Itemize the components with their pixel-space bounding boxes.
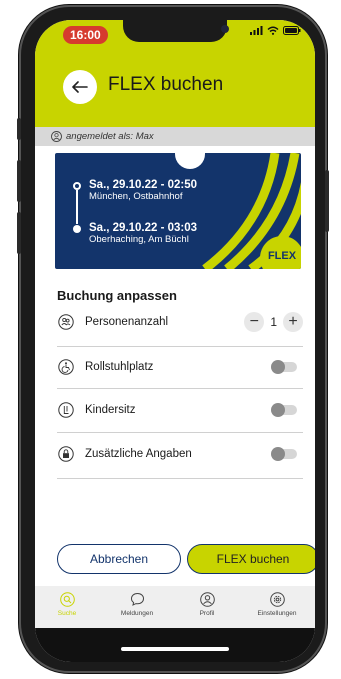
- tab-label: Einstellungen: [257, 610, 297, 617]
- app-header: FLEX buchen: [35, 54, 315, 127]
- child-seat-icon: [57, 401, 75, 419]
- decrement-button[interactable]: −: [244, 312, 265, 332]
- battery-icon: [283, 26, 301, 35]
- status-bar: 16:00: [35, 20, 315, 54]
- cancel-button[interactable]: Abbrechen: [57, 544, 181, 574]
- signal-icon: [250, 26, 263, 35]
- search-icon: [59, 592, 75, 607]
- arrival-stop: Sa., 29.10.22 - 03:03 Oberhaching, Am Bü…: [89, 222, 197, 245]
- divider: [57, 432, 303, 433]
- wheelchair-toggle[interactable]: [271, 360, 297, 374]
- tab-bar: Suche Meldungen Profil Einstellungen: [35, 586, 315, 628]
- camera-icon: [221, 25, 229, 33]
- divider: [57, 478, 303, 479]
- volume-down-button: [17, 212, 21, 254]
- tab-label: Profil: [199, 610, 215, 617]
- book-flex-button[interactable]: FLEX buchen: [187, 544, 315, 574]
- child-seat-label: Kindersitz: [85, 404, 136, 416]
- wifi-icon: [267, 26, 279, 35]
- trip-card: Sa., 29.10.22 - 02:50 München, Ostbahnho…: [55, 153, 301, 269]
- page-title: FLEX buchen: [108, 74, 224, 95]
- home-bar-area: [35, 628, 315, 662]
- child-seat-row: Kindersitz: [57, 390, 303, 430]
- persons-label: Personenanzahl: [85, 316, 169, 328]
- departure-dot: [73, 182, 81, 190]
- tab-search[interactable]: Suche: [37, 592, 97, 617]
- lock-icon: [57, 445, 75, 463]
- arrow-left-icon: [72, 81, 88, 93]
- status-icons: [250, 26, 301, 35]
- persons-stepper: − 1 +: [244, 312, 303, 332]
- arrival-time: Sa., 29.10.22 - 03:03: [89, 222, 198, 234]
- extra-info-row: Zusätzliche Angaben: [57, 434, 303, 474]
- profile-icon: [199, 592, 215, 607]
- logged-in-bar: angemeldet als: Max: [35, 127, 315, 146]
- tab-profile[interactable]: Profil: [177, 592, 237, 617]
- tab-label: Meldungen: [120, 610, 154, 617]
- increment-button[interactable]: +: [283, 312, 303, 332]
- persons-row: Personenanzahl − 1 +: [57, 302, 303, 342]
- extra-info-label: Zusätzliche Angaben: [85, 448, 192, 460]
- departure-place: München, Ostbahnhof: [89, 191, 183, 202]
- arrival-place: Oberhaching, Am Büchl: [89, 234, 189, 245]
- arrival-dot: [73, 225, 81, 233]
- wheelchair-label: Rollstuhlplatz: [85, 361, 154, 373]
- child-seat-toggle[interactable]: [271, 403, 297, 417]
- wheelchair-row: Rollstuhlplatz: [57, 347, 303, 387]
- section-title: Buchung anpassen: [57, 288, 177, 303]
- back-button[interactable]: [63, 70, 97, 104]
- route-line: [76, 190, 78, 224]
- gear-icon: [269, 592, 285, 607]
- persons-icon: [57, 313, 75, 331]
- divider: [57, 388, 303, 389]
- power-button: [325, 170, 329, 232]
- user-icon: [51, 131, 62, 142]
- status-time: 16:00: [63, 26, 108, 44]
- wheelchair-icon: [57, 358, 75, 376]
- volume-up-button: [17, 160, 21, 202]
- tab-settings[interactable]: Einstellungen: [247, 592, 307, 617]
- flex-badge: FLEX: [260, 236, 301, 269]
- home-indicator[interactable]: [121, 647, 229, 651]
- persons-value: 1: [270, 315, 277, 329]
- logged-in-text: angemeldet als: Max: [66, 131, 154, 142]
- tab-label: Suche: [57, 610, 77, 617]
- departure-time: Sa., 29.10.22 - 02:50: [89, 179, 198, 191]
- app-screen: 16:00 FLEX buchen angemeldet als: Max Sa…: [35, 20, 315, 662]
- extra-info-toggle[interactable]: [271, 447, 297, 461]
- flex-badge-label: FLEX: [268, 250, 297, 262]
- mute-switch: [17, 118, 21, 140]
- departure-stop: Sa., 29.10.22 - 02:50 München, Ostbahnho…: [89, 179, 197, 202]
- chat-bubble-icon: [130, 592, 144, 606]
- tab-messages[interactable]: Meldungen: [107, 592, 167, 617]
- notch: [123, 20, 227, 42]
